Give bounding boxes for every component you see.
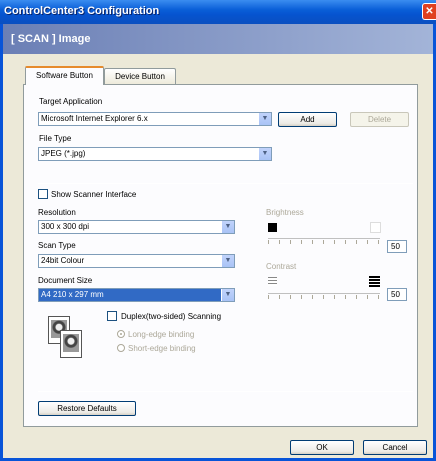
long-edge-label: Long-edge binding (128, 330, 195, 339)
duplex-checkbox[interactable] (107, 311, 117, 321)
chevron-down-icon[interactable]: ▼ (258, 148, 271, 160)
brightness-label: Brightness (266, 208, 304, 217)
dark-swatch-icon (268, 223, 277, 232)
target-application-label: Target Application (39, 97, 103, 106)
section-header: [ SCAN ] Image (3, 24, 433, 54)
chevron-down-icon[interactable]: ▼ (221, 221, 234, 233)
contrast-label: Contrast (266, 262, 297, 271)
duplex-label: Duplex(two-sided) Scanning (121, 312, 222, 321)
separator (38, 183, 413, 184)
title-bar[interactable]: ControlCenter3 Configuration ✕ (0, 0, 436, 24)
brightness-value[interactable]: 50 (387, 240, 407, 253)
tab-software-button[interactable]: Software Button (25, 66, 104, 85)
long-edge-radio[interactable] (117, 330, 125, 338)
close-button[interactable]: ✕ (422, 3, 436, 20)
tab-device-button[interactable]: Device Button (104, 68, 176, 85)
chevron-down-icon[interactable]: ▼ (258, 113, 271, 125)
scan-type-value: 24bit Colour (41, 256, 85, 265)
low-contrast-icon (268, 277, 277, 286)
contrast-ticks (268, 295, 380, 299)
chevron-down-icon[interactable]: ▼ (221, 255, 234, 267)
brightness-slider[interactable] (268, 238, 380, 239)
brightness-ticks (268, 240, 380, 244)
document-icon (60, 330, 82, 358)
contrast-slider[interactable] (268, 293, 380, 294)
target-application-value: Microsoft Internet Explorer 6.x (41, 114, 148, 123)
resolution-select[interactable]: 300 x 300 dpi ▼ (38, 220, 235, 234)
document-size-value: A4 210 x 297 mm (41, 290, 104, 299)
target-application-select[interactable]: Microsoft Internet Explorer 6.x ▼ (38, 112, 272, 126)
window-title: ControlCenter3 Configuration (4, 5, 160, 17)
section-header-text: [ SCAN ] Image (11, 33, 91, 45)
restore-defaults-button[interactable]: Restore Defaults (38, 401, 136, 416)
file-type-label: File Type (39, 134, 72, 143)
document-size-select[interactable]: A4 210 x 297 mm ▼ (38, 288, 235, 302)
resolution-value: 300 x 300 dpi (41, 222, 90, 231)
document-size-label: Document Size (38, 276, 93, 285)
separator (38, 391, 413, 392)
delete-button[interactable]: Delete (350, 112, 409, 127)
contrast-value[interactable]: 50 (387, 288, 407, 301)
high-contrast-icon (369, 276, 380, 287)
add-button[interactable]: Add (278, 112, 337, 127)
cancel-button[interactable]: Cancel (363, 440, 427, 455)
resolution-label: Resolution (38, 208, 76, 217)
file-type-select[interactable]: JPEG (*.jpg) ▼ (38, 147, 272, 161)
short-edge-label: Short-edge binding (128, 344, 196, 353)
scan-type-label: Scan Type (38, 241, 76, 250)
ok-button[interactable]: OK (290, 440, 354, 455)
show-scanner-interface-checkbox[interactable] (38, 189, 48, 199)
show-scanner-interface-label: Show Scanner Interface (51, 190, 137, 199)
short-edge-radio[interactable] (117, 344, 125, 352)
file-type-value: JPEG (*.jpg) (41, 149, 86, 158)
chevron-down-icon[interactable]: ▼ (221, 289, 234, 301)
light-swatch-icon (370, 222, 381, 233)
scan-type-select[interactable]: 24bit Colour ▼ (38, 254, 235, 268)
